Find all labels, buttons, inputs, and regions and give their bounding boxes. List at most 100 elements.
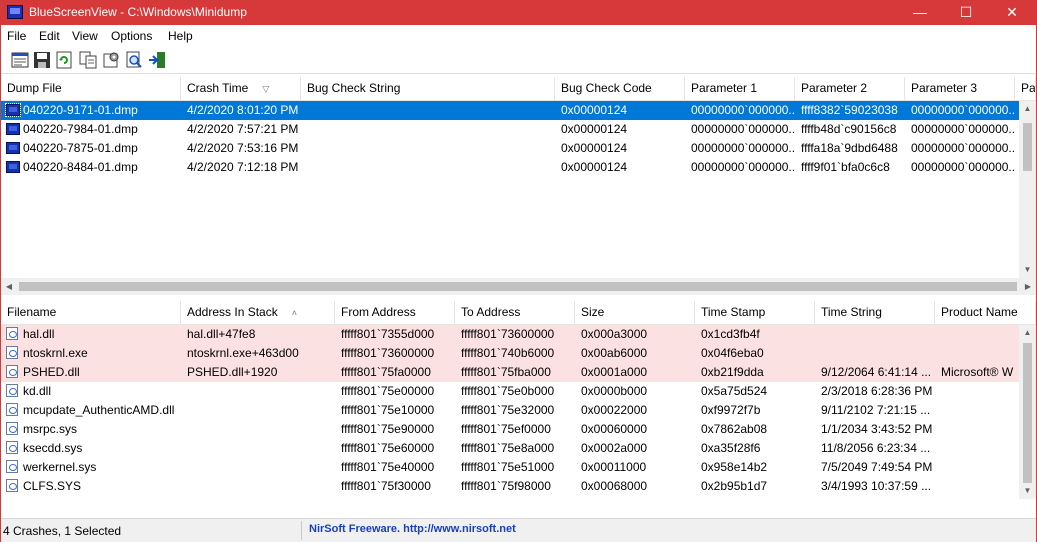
driver-row[interactable]: kd.dll fffff801`75e00000 fffff801`75e0b000… <box>1 382 1019 401</box>
properties-icon[interactable] <box>11 51 29 69</box>
copy-icon[interactable] <box>79 51 97 69</box>
column-label: Time Stamp <box>701 305 766 319</box>
column-label: Dump File <box>7 81 62 95</box>
nirsoft-link[interactable]: NirSoft Freeware. http://www.nirsoft.net <box>309 523 516 535</box>
close-button[interactable]: ✕ <box>989 1 1035 25</box>
cell-address-in-stack <box>181 401 335 420</box>
column-header[interactable]: Filename <box>1 301 181 325</box>
cell-param1: 00000000`000000... <box>691 160 795 174</box>
crash-list-hscroll[interactable]: ◀ ▶ <box>1 278 1036 295</box>
cell-param3: 00000000`000000... <box>911 160 1015 174</box>
column-header[interactable]: Parameter 2 <box>795 77 905 101</box>
column-header[interactable]: Time String <box>815 301 935 325</box>
scroll-up-arrow-icon[interactable]: ▲ <box>1019 101 1036 117</box>
cell-time-string: 1/1/2034 3:43:52 PM <box>821 422 933 436</box>
cell-address-in-stack <box>181 458 335 477</box>
crash-row[interactable]: 040220-8484-01.dmp 4/2/2020 7:12:18 PM 0x0… <box>1 158 1019 177</box>
cell-from: fffff801`73600000 <box>341 346 435 360</box>
cell-time-stamp: 0xa35f28f6 <box>701 441 761 455</box>
driver-list-vscroll[interactable]: ▲ ▼ <box>1019 325 1036 499</box>
exit-icon[interactable] <box>148 51 166 69</box>
refresh-icon[interactable] <box>55 51 73 69</box>
cell-param3: 00000000`000000... <box>911 122 1015 136</box>
toolbar <box>1 46 1036 74</box>
menu-bar: File Edit View Options Help <box>1 25 1036 46</box>
cell-time-stamp: 0x958e14b2 <box>701 460 768 474</box>
column-header[interactable]: Dump File <box>1 77 181 101</box>
scroll-thumb[interactable] <box>1023 343 1032 483</box>
column-label: Parameter 1 <box>691 81 758 95</box>
title-bar[interactable]: BlueScreenView - C:\Windows\Minidump — ☐… <box>1 1 1036 25</box>
cell-size: 0x00068000 <box>581 479 648 493</box>
menu-view[interactable]: View <box>72 29 98 43</box>
crash-row[interactable]: 040220-9171-01.dmp 4/2/2020 8:01:20 PM 0x0… <box>1 101 1019 120</box>
cell-bug-check-string <box>301 158 555 177</box>
cell-time-string: 2/3/2018 6:28:36 PM <box>821 384 933 398</box>
column-header[interactable]: From Address <box>335 301 455 325</box>
menu-help[interactable]: Help <box>168 29 193 43</box>
maximize-button[interactable]: ☐ <box>943 1 989 25</box>
cell-time-stamp: 0xf9972f7b <box>701 403 761 417</box>
cell-time-string: 11/8/2056 6:23:34 ... <box>821 441 931 455</box>
cell-filename: msrpc.sys <box>23 422 77 436</box>
crash-row[interactable]: 040220-7984-01.dmp 4/2/2020 7:57:21 PM 0x0… <box>1 120 1019 139</box>
driver-list[interactable]: Filename Address In Stack ˄ From Address … <box>1 301 1036 515</box>
column-header[interactable]: Pa <box>1015 77 1036 101</box>
driver-row[interactable]: PSHED.dll PSHED.dll+1920 fffff801`75fa0000… <box>1 363 1019 382</box>
scroll-thumb[interactable] <box>19 282 1017 291</box>
cell-param2: ffffa18a`9dbd6488 <box>801 141 898 155</box>
find-icon[interactable] <box>125 51 143 69</box>
scroll-left-arrow-icon[interactable]: ◀ <box>1 278 17 295</box>
column-header[interactable]: Address In Stack ˄ <box>181 301 335 325</box>
driver-row[interactable]: werkernel.sys fffff801`75e40000 fffff801`7… <box>1 458 1019 477</box>
cell-time-string <box>815 344 935 363</box>
column-header[interactable]: To Address <box>455 301 575 325</box>
cell-to: fffff801`75fba000 <box>461 365 551 379</box>
driver-row[interactable]: msrpc.sys fffff801`75e90000 fffff801`75ef0… <box>1 420 1019 439</box>
cell-time-stamp: 0xb21f9dda <box>701 365 764 379</box>
cell-filename: CLFS.SYS <box>23 479 82 493</box>
cell-dump-file: 040220-7984-01.dmp <box>23 122 138 136</box>
column-header[interactable]: Bug Check String <box>301 77 555 101</box>
driver-row[interactable]: CLFS.SYS fffff801`75f30000 fffff801`75f980… <box>1 477 1019 496</box>
cell-bug-check-string <box>301 120 555 139</box>
menu-options[interactable]: Options <box>111 29 152 43</box>
status-summary: 4 Crashes, 1 Selected <box>3 524 122 538</box>
cell-time-stamp: 0x04f6eba0 <box>701 346 764 360</box>
cell-bug-check-code: 0x00000124 <box>561 103 628 117</box>
bluescreenview-app-icon <box>7 5 23 19</box>
cell-product-name <box>935 477 1019 496</box>
cell-size: 0x0000b000 <box>581 384 648 398</box>
driver-row[interactable]: ntoskrnl.exe ntoskrnl.exe+463d00 fffff801`… <box>1 344 1019 363</box>
cell-to: fffff801`75e0b000 <box>461 384 555 398</box>
scroll-thumb[interactable] <box>1023 123 1032 171</box>
driver-row[interactable]: ksecdd.sys fffff801`75e60000 fffff801`75e8… <box>1 439 1019 458</box>
scroll-down-arrow-icon[interactable]: ▼ <box>1019 483 1036 499</box>
column-header[interactable]: Parameter 1 <box>685 77 795 101</box>
column-header[interactable]: Bug Check Code <box>555 77 685 101</box>
options-icon[interactable] <box>102 51 120 69</box>
column-header[interactable]: Crash Time ▽ <box>181 77 301 101</box>
column-header[interactable]: Product Name <box>935 301 1036 325</box>
scroll-right-arrow-icon[interactable]: ▶ <box>1020 278 1036 295</box>
crash-list[interactable]: Dump File Crash Time ▽ Bug Check String B… <box>1 77 1036 295</box>
save-icon[interactable] <box>33 51 51 69</box>
cell-from: fffff801`7355d000 <box>341 327 435 341</box>
menu-file[interactable]: File <box>7 29 26 43</box>
column-header[interactable]: Time Stamp <box>695 301 815 325</box>
driver-row[interactable]: mcupdate_AuthenticAMD.dll fffff801`75e100… <box>1 401 1019 420</box>
crash-list-vscroll[interactable]: ▲ ▼ <box>1019 101 1036 278</box>
cell-address-in-stack <box>181 382 335 401</box>
column-header[interactable]: Size <box>575 301 695 325</box>
column-header[interactable]: Parameter 3 <box>905 77 1015 101</box>
crash-row[interactable]: 040220-7875-01.dmp 4/2/2020 7:53:16 PM 0x0… <box>1 139 1019 158</box>
driver-row[interactable]: hal.dll hal.dll+47fe8 fffff801`7355d000 fff… <box>1 325 1019 344</box>
cell-size: 0x000a3000 <box>581 327 648 341</box>
minimize-button[interactable]: — <box>897 1 943 25</box>
menu-edit[interactable]: Edit <box>39 29 60 43</box>
scroll-down-arrow-icon[interactable]: ▼ <box>1019 262 1036 278</box>
cell-address-in-stack: PSHED.dll+1920 <box>187 365 278 379</box>
cell-filename: PSHED.dll <box>23 365 80 379</box>
column-label: Parameter 2 <box>801 81 868 95</box>
scroll-up-arrow-icon[interactable]: ▲ <box>1019 325 1036 341</box>
